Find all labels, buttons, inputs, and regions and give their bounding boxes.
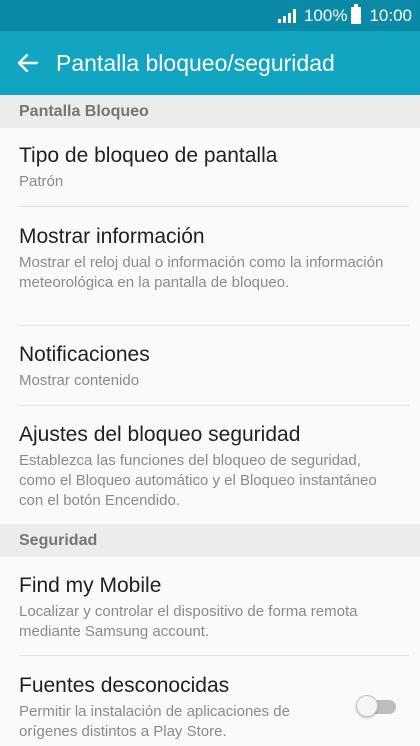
section-header-lock-screen: Pantalla Bloqueo xyxy=(0,95,420,128)
item-title: Mostrar información xyxy=(19,225,205,248)
list-item-screen-lock-type[interactable]: Tipo de bloqueo de pantalla Patrón xyxy=(0,143,420,192)
battery-percent: 100% xyxy=(303,5,348,25)
item-title: Find my Mobile xyxy=(19,574,162,597)
list-item-notifications[interactable]: Notificaciones Mostrar contenido xyxy=(0,342,420,391)
divider xyxy=(19,325,409,326)
item-title: Fuentes desconocidas xyxy=(19,674,230,697)
item-subtitle: Localizar y controlar el dispositivo de … xyxy=(19,603,358,640)
divider xyxy=(19,206,409,207)
item-title: Ajustes del bloqueo seguridad xyxy=(19,423,301,446)
item-subtitle: Mostrar contenido xyxy=(19,372,140,389)
section-header-security: Seguridad xyxy=(0,524,420,557)
divider xyxy=(19,405,409,406)
app-bar: Pantalla bloqueo/seguridad xyxy=(0,31,420,95)
item-title: Notificaciones xyxy=(19,343,150,366)
battery-icon xyxy=(351,4,362,24)
list-item-security-lock-settings[interactable]: Ajustes del bloqueo seguridad Establezca… xyxy=(0,422,420,511)
status-bar: 100% 10:00 xyxy=(0,0,420,31)
item-subtitle: Establezca las funciones del bloqueo de … xyxy=(19,452,377,509)
item-subtitle: Mostrar el reloj dual o información como… xyxy=(19,254,384,291)
clock: 10:00 xyxy=(369,5,412,25)
list-item-show-info[interactable]: Mostrar información Mostrar el reloj dua… xyxy=(0,224,420,293)
item-subtitle: Patrón xyxy=(19,173,64,190)
page-title: Pantalla bloqueo/seguridad xyxy=(56,49,335,76)
list-item-find-my-mobile[interactable]: Find my Mobile Localizar y controlar el … xyxy=(0,573,420,642)
signal-icon xyxy=(277,8,296,23)
item-subtitle: Permitir la instalación de aplicaciones … xyxy=(19,703,290,740)
toggle-thumb xyxy=(356,695,378,717)
unknown-sources-toggle[interactable] xyxy=(356,694,398,718)
divider xyxy=(19,655,409,656)
item-title: Tipo de bloqueo de pantalla xyxy=(19,144,278,167)
arrow-back-icon[interactable] xyxy=(0,31,56,95)
